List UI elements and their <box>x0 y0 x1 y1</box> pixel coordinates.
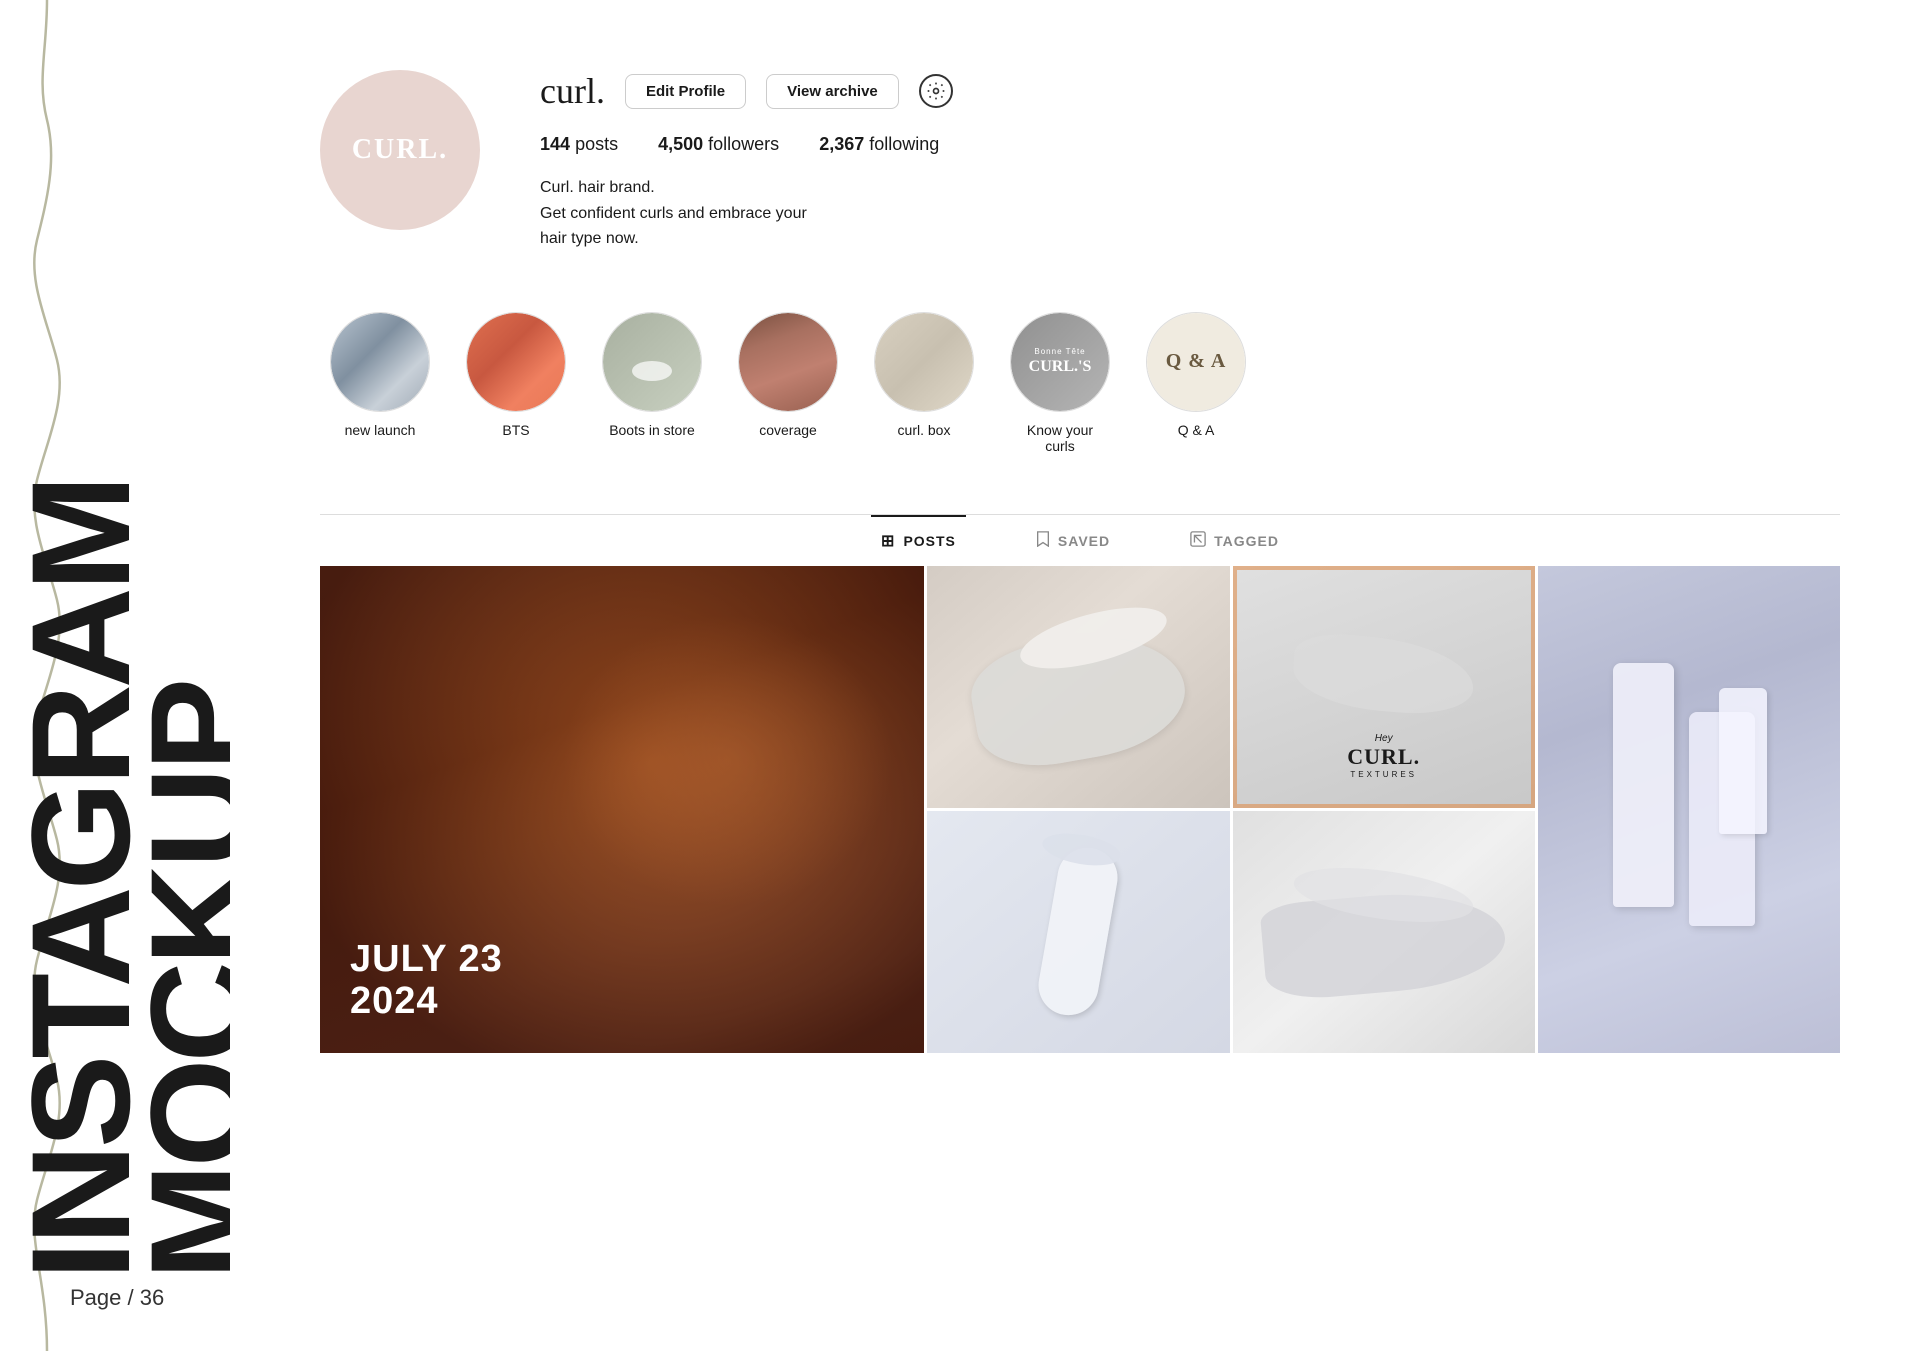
followers-count: 4,500 <box>658 134 703 154</box>
bio-line-2: Get confident curls and embrace your <box>540 201 1840 227</box>
highlight-circle-6: Bonne Tête CURL.'S <box>1010 312 1110 412</box>
posts-count: 144 <box>540 134 570 154</box>
highlight-img-3 <box>603 313 701 411</box>
tab-saved[interactable]: SAVED <box>1026 515 1120 566</box>
highlight-label-1: new launch <box>345 422 416 438</box>
post-2[interactable] <box>927 566 1229 808</box>
grid-icon: ⊞ <box>881 531 895 551</box>
highlight-qa[interactable]: Q & A Q & A <box>1146 312 1246 454</box>
following-count: 2,367 <box>819 134 864 154</box>
highlight-curl-box[interactable]: curl. box <box>874 312 974 454</box>
profile-header: curl. Edit Profile View archive <box>540 70 1840 112</box>
highlight-label-2: BTS <box>502 422 529 438</box>
view-archive-button[interactable]: View archive <box>766 74 899 109</box>
following-label: following <box>869 134 939 154</box>
following-stat: 2,367 following <box>819 134 939 155</box>
hey-curl-overlay: Hey CURL. Textures <box>1347 733 1420 779</box>
highlight-boots-in-store[interactable]: Boots in store <box>602 312 702 454</box>
tab-posts-label: POSTS <box>903 533 955 549</box>
tag-icon <box>1190 531 1206 552</box>
posts-label: posts <box>575 134 618 154</box>
profile-section: CURL. curl. Edit Profile View archive 14… <box>320 60 1840 252</box>
highlights-section: new launch BTS Boots in store coverage <box>330 292 1840 474</box>
bio-line-1: Curl. hair brand. <box>540 175 1840 201</box>
highlight-circle-2 <box>466 312 566 412</box>
post-4[interactable] <box>927 811 1229 1053</box>
post-7[interactable] <box>1538 566 1840 1053</box>
highlight-label-3: Boots in store <box>609 422 695 438</box>
post-date-overlay: JULY 232024 <box>350 939 503 1023</box>
highlight-label-5: curl. box <box>898 422 951 438</box>
highlight-new-launch[interactable]: new launch <box>330 312 430 454</box>
highlight-bts[interactable]: BTS <box>466 312 566 454</box>
followers-stat: 4,500 followers <box>658 134 779 155</box>
qa-text: Q & A <box>1166 350 1227 373</box>
tabs-row: ⊞ POSTS SAVED TAGGED <box>320 515 1840 566</box>
tag-svg <box>1190 531 1206 547</box>
gear-svg <box>926 81 946 101</box>
tab-posts[interactable]: ⊞ POSTS <box>871 515 966 566</box>
avatar-text: CURL. <box>352 134 448 166</box>
highlight-circle-7: Q & A <box>1146 312 1246 412</box>
tabs-section: ⊞ POSTS SAVED TAGGED <box>320 514 1840 566</box>
tab-tagged-label: TAGGED <box>1214 533 1279 549</box>
bio: Curl. hair brand. Get confident curls an… <box>540 175 1840 252</box>
post-3[interactable]: Hey CURL. Textures <box>1233 566 1535 808</box>
highlight-circle-1 <box>330 312 430 412</box>
highlight-label-4: coverage <box>759 422 817 438</box>
posts-stat: 144 posts <box>540 134 618 155</box>
highlight-circle-5 <box>874 312 974 412</box>
profile-username: curl. <box>540 70 605 112</box>
highlight-know-your-curls[interactable]: Bonne Tête CURL.'S Know your curls <box>1010 312 1110 454</box>
left-panel: INSTAGRAM MOCKUP Page / 36 <box>0 0 230 1351</box>
main-content: CURL. curl. Edit Profile View archive 14… <box>240 0 1920 1351</box>
profile-info: curl. Edit Profile View archive 144 post… <box>540 60 1840 252</box>
followers-label: followers <box>708 134 779 154</box>
highlight-circle-3 <box>602 312 702 412</box>
highlight-img-4 <box>739 313 837 411</box>
post-1[interactable]: JULY 232024 <box>320 566 924 1053</box>
highlight-img-2 <box>467 313 565 411</box>
page-number: Page / 36 <box>70 1285 164 1311</box>
highlight-coverage[interactable]: coverage <box>738 312 838 454</box>
highlight-img-1 <box>331 313 429 411</box>
highlight-6-inner-text: Bonne Tête CURL.'S <box>1021 339 1100 384</box>
post-5[interactable] <box>1233 811 1535 1053</box>
highlight-circle-4 <box>738 312 838 412</box>
posts-grid: JULY 232024 Hey CURL. Textures <box>320 566 1840 1056</box>
highlight-img-6: Bonne Tête CURL.'S <box>1011 313 1109 411</box>
bookmark-svg <box>1036 531 1050 547</box>
bookmark-icon <box>1036 531 1050 552</box>
bio-line-3: hair type now. <box>540 226 1840 252</box>
highlight-img-5 <box>875 313 973 411</box>
highlight-img-7: Q & A <box>1147 313 1245 411</box>
highlight-label-7: Q & A <box>1178 422 1215 438</box>
tab-saved-label: SAVED <box>1058 533 1110 549</box>
profile-avatar: CURL. <box>320 70 480 230</box>
tab-tagged[interactable]: TAGGED <box>1180 515 1289 566</box>
stats-row: 144 posts 4,500 followers 2,367 followin… <box>540 134 1840 155</box>
settings-icon[interactable] <box>919 74 953 108</box>
page-vertical-title: INSTAGRAM MOCKUP <box>21 20 230 1280</box>
vertical-title-container: INSTAGRAM MOCKUP <box>60 20 220 1280</box>
edit-profile-button[interactable]: Edit Profile <box>625 74 746 109</box>
highlight-label-6: Know your curls <box>1015 422 1105 454</box>
